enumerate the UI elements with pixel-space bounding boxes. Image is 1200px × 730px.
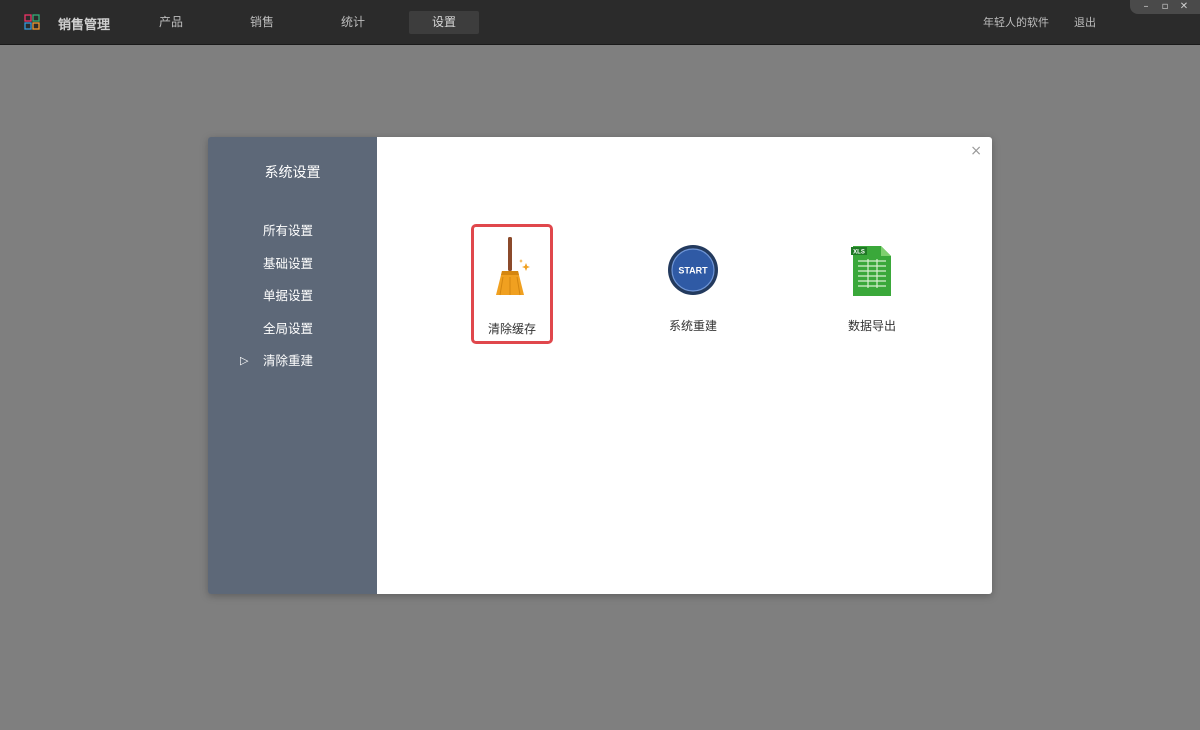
minimize-icon[interactable]: – [1140, 1, 1152, 12]
tile-label: 清除缓存 [487, 322, 536, 336]
start-icon: START [668, 245, 718, 295]
sidebar-item-label: 所有设置 [263, 223, 314, 238]
tab-sales[interactable]: 销售 [227, 11, 297, 34]
tab-statistics[interactable]: 统计 [318, 11, 388, 34]
xls-icon-text: XLS [853, 250, 865, 256]
sidebar-item-all-settings[interactable]: 所有设置 [208, 220, 377, 242]
close-icon[interactable]: ✕ [1178, 1, 1190, 12]
sidebar-item-label: 基础设置 [263, 256, 314, 271]
dialog-close-button[interactable]: × [970, 143, 982, 159]
tab-settings[interactable]: 设置 [409, 11, 479, 34]
window-controls: – ▫ ✕ [1130, 0, 1200, 14]
xls-file-icon: XLS [851, 246, 891, 296]
app-title: 销售管理 [58, 18, 111, 33]
app-logo-icon [24, 14, 40, 30]
system-settings-dialog: 系统设置 所有设置 基础设置 单据设置 全局设置 ▷ 清除重建 × 清除缓存 S… [208, 137, 992, 594]
sidebar-item-clear-rebuild[interactable]: ▷ 清除重建 [208, 350, 377, 372]
sidebar-item-label: 单据设置 [263, 288, 314, 303]
active-arrow-icon: ▷ [240, 354, 249, 367]
sidebar-item-global-settings[interactable]: 全局设置 [208, 318, 377, 340]
tile-label: 数据导出 [847, 319, 896, 333]
sidebar-item-label: 全局设置 [263, 321, 314, 336]
clear-cache-tile[interactable]: 清除缓存 [471, 224, 553, 344]
settings-content-panel: × 清除缓存 START 系统重建 XLS 数据导出 [377, 137, 992, 594]
start-icon-text: START [678, 266, 708, 276]
data-export-tile[interactable]: XLS 数据导出 [831, 227, 913, 347]
system-rebuild-tile[interactable]: START 系统重建 [652, 227, 734, 347]
sidebar-item-basic-settings[interactable]: 基础设置 [208, 253, 377, 275]
user-software-link[interactable]: 年轻人的软件 [983, 14, 1049, 30]
top-navigation-bar: 销售管理 产品 销售 统计 设置 年轻人的软件 退出 – ▫ ✕ [0, 0, 1200, 45]
sidebar-item-label: 清除重建 [263, 353, 314, 368]
settings-sidebar: 系统设置 所有设置 基础设置 单据设置 全局设置 ▷ 清除重建 [208, 137, 377, 594]
tab-products[interactable]: 产品 [136, 11, 206, 34]
logout-link[interactable]: 退出 [1074, 14, 1096, 30]
maximize-icon[interactable]: ▫ [1159, 1, 1171, 12]
tile-label: 系统重建 [668, 319, 717, 333]
sidebar-title: 系统设置 [264, 165, 321, 181]
sidebar-item-document-settings[interactable]: 单据设置 [208, 285, 377, 307]
broom-icon [496, 237, 530, 296]
